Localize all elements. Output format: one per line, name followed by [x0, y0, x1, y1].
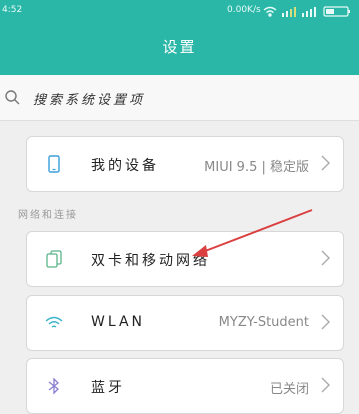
section-title-network: 网络和连接: [18, 210, 78, 221]
signal-icon: [282, 7, 296, 17]
phone-icon: [48, 155, 60, 173]
network-speed: 0.00K/s: [227, 5, 261, 15]
wlan-label: WLAN: [91, 314, 146, 330]
battery-icon: [323, 6, 350, 17]
signal-icon-2: [302, 7, 316, 17]
page-title: 设置: [162, 38, 197, 56]
chevron-right-icon: [321, 314, 330, 330]
search-placeholder: 搜索系统设置项: [33, 93, 146, 108]
my-device-item[interactable]: 我的设备 MIUI 9.5 | 稳定版: [26, 136, 344, 192]
miui-version-value: MIUI 9.5 | 稳定版: [204, 160, 309, 175]
status-bar: 4:52 0.00K/s: [0, 0, 359, 24]
sim-card-icon: [46, 250, 62, 268]
search-icon: [5, 90, 20, 105]
search-bar[interactable]: 搜索系统设置项: [0, 75, 359, 121]
wifi-status-icon: [263, 6, 277, 17]
wlan-item[interactable]: WLAN MYZY-Student: [26, 295, 344, 351]
my-device-label: 我的设备: [91, 158, 159, 174]
dual-sim-mobile-network-item[interactable]: 双卡和移动网络: [26, 231, 344, 287]
bluetooth-label: 蓝牙: [91, 380, 125, 396]
app-header: 4:52 0.00K/s 设置: [0, 0, 359, 75]
dual-sim-label: 双卡和移动网络: [91, 253, 210, 269]
chevron-right-icon: [321, 155, 330, 171]
bluetooth-icon: [48, 377, 59, 395]
status-time: 4:52: [2, 5, 23, 15]
wlan-network-value: MYZY-Student: [218, 315, 309, 330]
wifi-icon: [45, 316, 63, 328]
bluetooth-item[interactable]: 蓝牙 已关闭: [26, 358, 344, 414]
bluetooth-status-value: 已关闭: [269, 382, 309, 397]
chevron-right-icon: [321, 250, 330, 266]
chevron-right-icon: [321, 377, 330, 393]
status-icons: [263, 6, 350, 17]
